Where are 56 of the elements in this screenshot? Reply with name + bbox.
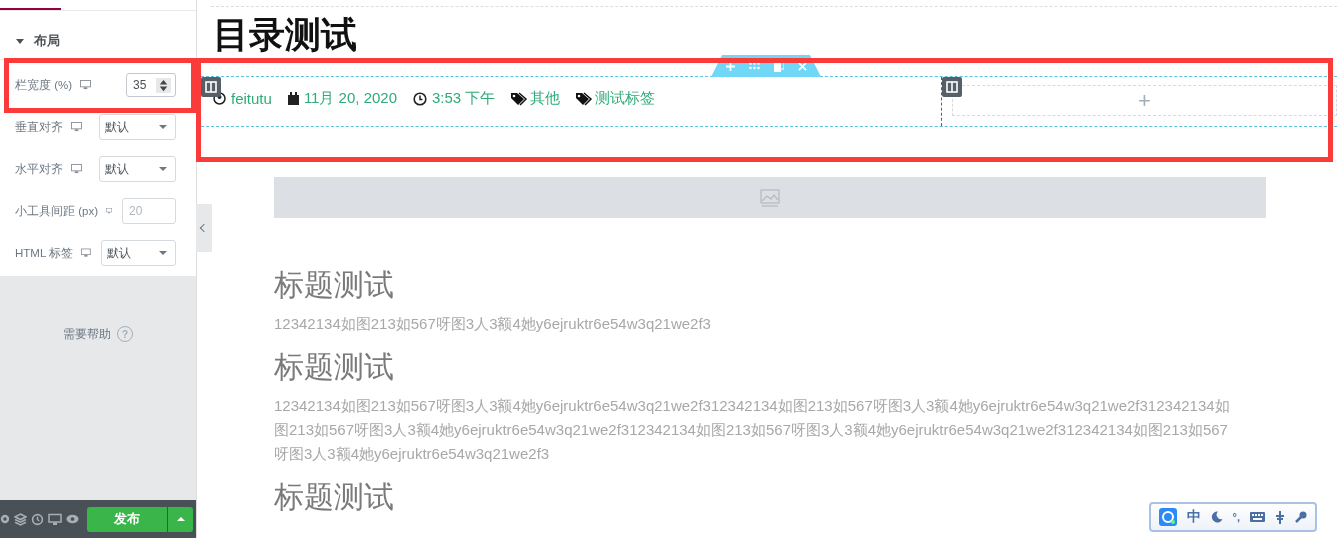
image-icon bbox=[760, 188, 780, 207]
paragraph: 12342134如图213如567呀图3人3额4她y6ejruktr6e54w3q21we2f312342134如图213如567呀图3人3额4她y6ejruktr6e54w3q21we2f312342134如图213如567呀图3人3额4她y6ejruktr6e54w3q21we2f312342134如图213如567呀图3人3额4她y6ejruktr6e54w3q21we2f312342134如图213如567呀图3人3额4她y6ejruktr6e54w3q21we2f3 bbox=[274, 396, 1231, 464]
desktop-icon[interactable] bbox=[48, 512, 62, 526]
input-mode[interactable]: 中 bbox=[1186, 508, 1201, 526]
paragraph: 12342134如图213如567呀图3人3额4她y6ejruktr6e54w3q21we2f3 bbox=[274, 314, 712, 334]
ime-logo-icon[interactable] bbox=[1158, 508, 1177, 526]
user-icon bbox=[213, 92, 226, 105]
meta-link[interactable]: feitutu bbox=[231, 90, 272, 107]
spinner-icon[interactable] bbox=[156, 77, 171, 93]
calendar-icon bbox=[287, 92, 299, 105]
collapse-handle[interactable] bbox=[196, 204, 212, 252]
control-label: 小工具间距 (px) bbox=[15, 203, 98, 219]
heading: 标题测试 bbox=[274, 267, 395, 303]
tag-link[interactable]: 测试标签 bbox=[595, 89, 656, 108]
control-label: 栏宽度 (%) bbox=[15, 77, 73, 93]
tags-icon bbox=[576, 91, 595, 106]
punctuation-mode[interactable]: °, bbox=[1232, 511, 1240, 523]
duplicate-icon[interactable] bbox=[773, 60, 784, 72]
control-label: 水平对齐 bbox=[15, 161, 63, 177]
tag-link[interactable]: 其他 bbox=[530, 89, 561, 108]
control-label: HTML 标签 bbox=[15, 245, 74, 261]
clock-icon bbox=[413, 91, 427, 106]
help-link[interactable]: 需要帮助 bbox=[63, 325, 111, 343]
number-field[interactable]: 35 bbox=[126, 73, 176, 97]
select-field[interactable]: 默认 bbox=[100, 240, 176, 266]
close-icon[interactable] bbox=[797, 61, 807, 71]
add-icon[interactable] bbox=[725, 61, 735, 71]
select-field[interactable]: 默认 bbox=[99, 156, 176, 182]
add-widget-icon[interactable]: + bbox=[1138, 89, 1151, 112]
wrench-icon[interactable] bbox=[1295, 511, 1307, 523]
number-field[interactable]: 20 bbox=[122, 198, 176, 224]
desktop-icon[interactable] bbox=[106, 206, 112, 216]
keyboard-icon[interactable] bbox=[1250, 512, 1265, 522]
tags-icon bbox=[511, 91, 530, 106]
settings-icon[interactable] bbox=[0, 513, 10, 525]
history-icon[interactable] bbox=[31, 512, 44, 526]
publish-options-button[interactable] bbox=[168, 506, 193, 532]
column-handle-icon[interactable] bbox=[201, 77, 221, 97]
desktop-icon[interactable] bbox=[80, 80, 92, 90]
desktop-icon[interactable] bbox=[71, 122, 82, 132]
empty-column-area[interactable]: + bbox=[952, 85, 1337, 116]
moon-icon[interactable] bbox=[1210, 511, 1223, 523]
heading: 标题测试 bbox=[274, 349, 395, 385]
page-title: 目录测试 bbox=[213, 15, 358, 55]
meta-link[interactable]: 3:53 下午 bbox=[432, 89, 496, 108]
control-label: 垂直对齐 bbox=[15, 119, 63, 135]
publish-button[interactable]: 发布 bbox=[87, 506, 167, 532]
tab-indicator bbox=[0, 8, 61, 10]
select-field[interactable]: 默认 bbox=[99, 114, 176, 140]
section-header[interactable]: 布局 bbox=[0, 23, 196, 60]
desktop-icon[interactable] bbox=[81, 248, 91, 258]
column-handle-icon[interactable] bbox=[942, 77, 962, 97]
desktop-icon[interactable] bbox=[71, 164, 82, 174]
layers-icon[interactable] bbox=[14, 512, 27, 526]
meta-link[interactable]: 11月 20, 2020 bbox=[303, 89, 397, 108]
eye-icon[interactable] bbox=[66, 514, 79, 524]
